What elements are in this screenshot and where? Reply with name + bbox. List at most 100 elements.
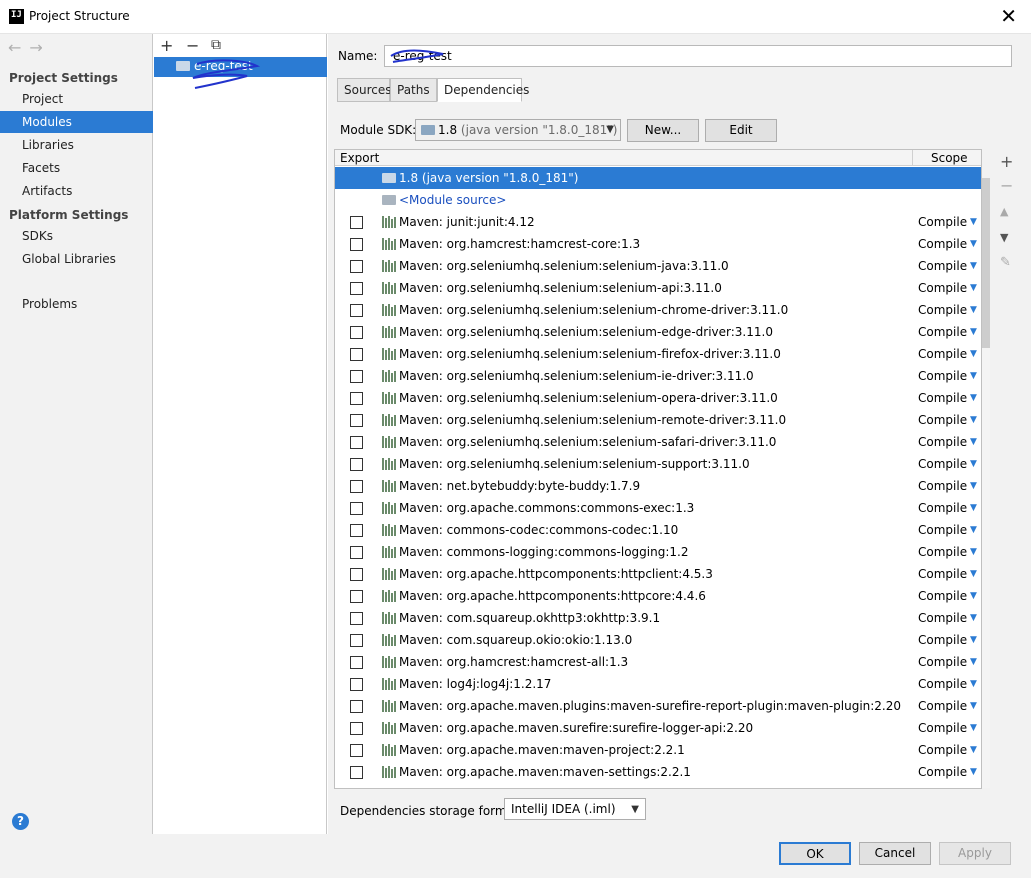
copy-icon[interactable]: ⧉ bbox=[211, 37, 221, 53]
scope-value[interactable]: Compile bbox=[918, 585, 967, 607]
export-checkbox[interactable] bbox=[350, 436, 363, 449]
scope-chevron-icon[interactable]: ▼ bbox=[970, 695, 977, 717]
scope-chevron-icon[interactable]: ▼ bbox=[970, 673, 977, 695]
table-row[interactable]: Maven: junit:junit:4.12 Compile ▼ bbox=[335, 211, 981, 233]
scope-chevron-icon[interactable]: ▼ bbox=[970, 211, 977, 233]
nav-item-global-libraries[interactable]: Global Libraries bbox=[0, 248, 153, 270]
table-row[interactable]: Maven: net.bytebuddy:byte-buddy:1.7.9 Com… bbox=[335, 475, 981, 497]
scope-chevron-icon[interactable]: ▼ bbox=[970, 717, 977, 739]
scope-chevron-icon[interactable]: ▼ bbox=[970, 431, 977, 453]
scope-chevron-icon[interactable]: ▼ bbox=[970, 255, 977, 277]
add-icon[interactable]: + bbox=[160, 36, 173, 55]
storage-format-select[interactable]: IntelliJ IDEA (.iml) ▼ bbox=[504, 798, 646, 820]
scope-value[interactable]: Compile bbox=[918, 211, 967, 233]
export-checkbox[interactable] bbox=[350, 634, 363, 647]
table-row-sdk[interactable]: 1.8 (java version "1.8.0_181") bbox=[335, 167, 981, 189]
table-row[interactable]: Maven: org.seleniumhq.selenium:selenium-… bbox=[335, 453, 981, 475]
table-row[interactable]: Maven: org.seleniumhq.selenium:selenium-… bbox=[335, 299, 981, 321]
scope-chevron-icon[interactable]: ▼ bbox=[970, 453, 977, 475]
back-arrow-icon[interactable]: ← bbox=[8, 38, 29, 57]
table-row[interactable]: Maven: org.seleniumhq.selenium:selenium-… bbox=[335, 387, 981, 409]
nav-item-problems[interactable]: Problems bbox=[0, 293, 153, 315]
table-row[interactable]: Maven: org.seleniumhq.selenium:selenium-… bbox=[335, 277, 981, 299]
table-row[interactable]: Maven: org.seleniumhq.selenium:selenium-… bbox=[335, 255, 981, 277]
scope-value[interactable]: Compile bbox=[918, 365, 967, 387]
scope-chevron-icon[interactable]: ▼ bbox=[970, 519, 977, 541]
cancel-button[interactable]: Cancel bbox=[859, 842, 931, 865]
scope-value[interactable]: Compile bbox=[918, 607, 967, 629]
scope-value[interactable]: Compile bbox=[918, 629, 967, 651]
nav-item-libraries[interactable]: Libraries bbox=[0, 134, 153, 156]
scope-value[interactable]: Compile bbox=[918, 563, 967, 585]
nav-item-modules[interactable]: Modules bbox=[0, 111, 153, 133]
export-checkbox[interactable] bbox=[350, 766, 363, 779]
scope-chevron-icon[interactable]: ▼ bbox=[970, 277, 977, 299]
table-row[interactable]: Maven: org.apache.maven.surefire:surefir… bbox=[335, 717, 981, 739]
table-row-module-source[interactable]: <Module source> bbox=[335, 189, 981, 211]
table-row[interactable]: Maven: org.seleniumhq.selenium:selenium-… bbox=[335, 343, 981, 365]
scope-value[interactable]: Compile bbox=[918, 233, 967, 255]
nav-item-artifacts[interactable]: Artifacts bbox=[0, 180, 153, 202]
edit-sdk-button[interactable]: Edit bbox=[705, 119, 777, 142]
export-checkbox[interactable] bbox=[350, 590, 363, 603]
scope-value[interactable]: Compile bbox=[918, 321, 967, 343]
export-checkbox[interactable] bbox=[350, 282, 363, 295]
export-checkbox[interactable] bbox=[350, 238, 363, 251]
col-scope[interactable]: Scope bbox=[912, 150, 981, 166]
table-row[interactable]: Maven: log4j:log4j:1.2.17 Compile ▼ bbox=[335, 673, 981, 695]
scope-value[interactable]: Compile bbox=[918, 255, 967, 277]
export-checkbox[interactable] bbox=[350, 656, 363, 669]
export-checkbox[interactable] bbox=[350, 612, 363, 625]
table-row[interactable]: Maven: org.seleniumhq.selenium:selenium-… bbox=[335, 321, 981, 343]
move-down-icon[interactable]: ▼ bbox=[1000, 231, 1008, 244]
name-field[interactable]: e-reg-test bbox=[384, 45, 1012, 67]
tab-sources[interactable]: Sources bbox=[337, 78, 391, 102]
scope-chevron-icon[interactable]: ▼ bbox=[970, 409, 977, 431]
scope-value[interactable]: Compile bbox=[918, 343, 967, 365]
remove-dependency-icon[interactable]: − bbox=[1000, 176, 1013, 195]
table-row[interactable]: Maven: commons-logging:commons-logging:1… bbox=[335, 541, 981, 563]
export-checkbox[interactable] bbox=[350, 458, 363, 471]
export-checkbox[interactable] bbox=[350, 392, 363, 405]
export-checkbox[interactable] bbox=[350, 304, 363, 317]
export-checkbox[interactable] bbox=[350, 260, 363, 273]
new-sdk-button[interactable]: New... bbox=[627, 119, 699, 142]
scope-chevron-icon[interactable]: ▼ bbox=[970, 233, 977, 255]
scope-chevron-icon[interactable]: ▼ bbox=[970, 387, 977, 409]
col-export[interactable]: Export bbox=[340, 150, 379, 166]
scope-value[interactable]: Compile bbox=[918, 541, 967, 563]
scope-value[interactable]: Compile bbox=[918, 453, 967, 475]
scope-value[interactable]: Compile bbox=[918, 277, 967, 299]
export-checkbox[interactable] bbox=[350, 326, 363, 339]
export-checkbox[interactable] bbox=[350, 568, 363, 581]
close-icon[interactable]: ✕ bbox=[1000, 5, 1017, 27]
scope-value[interactable]: Compile bbox=[918, 409, 967, 431]
tab-paths[interactable]: Paths bbox=[390, 78, 437, 102]
sdk-select[interactable]: 1.8 (java version "1.8.0_181") ▼ bbox=[415, 119, 621, 141]
scope-value[interactable]: Compile bbox=[918, 497, 967, 519]
table-row[interactable]: Maven: org.hamcrest:hamcrest-core:1.3 Com… bbox=[335, 233, 981, 255]
table-row[interactable]: Maven: org.apache.httpcomponents:httpcor… bbox=[335, 585, 981, 607]
export-checkbox[interactable] bbox=[350, 722, 363, 735]
scope-chevron-icon[interactable]: ▼ bbox=[970, 563, 977, 585]
scope-chevron-icon[interactable]: ▼ bbox=[970, 651, 977, 673]
table-row[interactable]: Maven: org.seleniumhq.selenium:selenium-… bbox=[335, 365, 981, 387]
export-checkbox[interactable] bbox=[350, 744, 363, 757]
forward-arrow-icon[interactable]: → bbox=[29, 38, 50, 57]
export-checkbox[interactable] bbox=[350, 502, 363, 515]
add-dependency-icon[interactable]: + bbox=[1000, 152, 1013, 171]
export-checkbox[interactable] bbox=[350, 370, 363, 383]
scope-value[interactable]: Compile bbox=[918, 673, 967, 695]
scope-chevron-icon[interactable]: ▼ bbox=[970, 365, 977, 387]
export-checkbox[interactable] bbox=[350, 414, 363, 427]
scope-value[interactable]: Compile bbox=[918, 651, 967, 673]
table-row[interactable]: Maven: org.apache.maven:maven-project:2.… bbox=[335, 739, 981, 761]
export-checkbox[interactable] bbox=[350, 524, 363, 537]
table-row[interactable]: Maven: org.seleniumhq.selenium:selenium-… bbox=[335, 431, 981, 453]
scope-value[interactable]: Compile bbox=[918, 431, 967, 453]
export-checkbox[interactable] bbox=[350, 480, 363, 493]
edit-dependency-icon[interactable]: ✎ bbox=[1000, 255, 1011, 270]
scope-chevron-icon[interactable]: ▼ bbox=[970, 585, 977, 607]
scope-chevron-icon[interactable]: ▼ bbox=[970, 607, 977, 629]
scope-value[interactable]: Compile bbox=[918, 761, 967, 783]
